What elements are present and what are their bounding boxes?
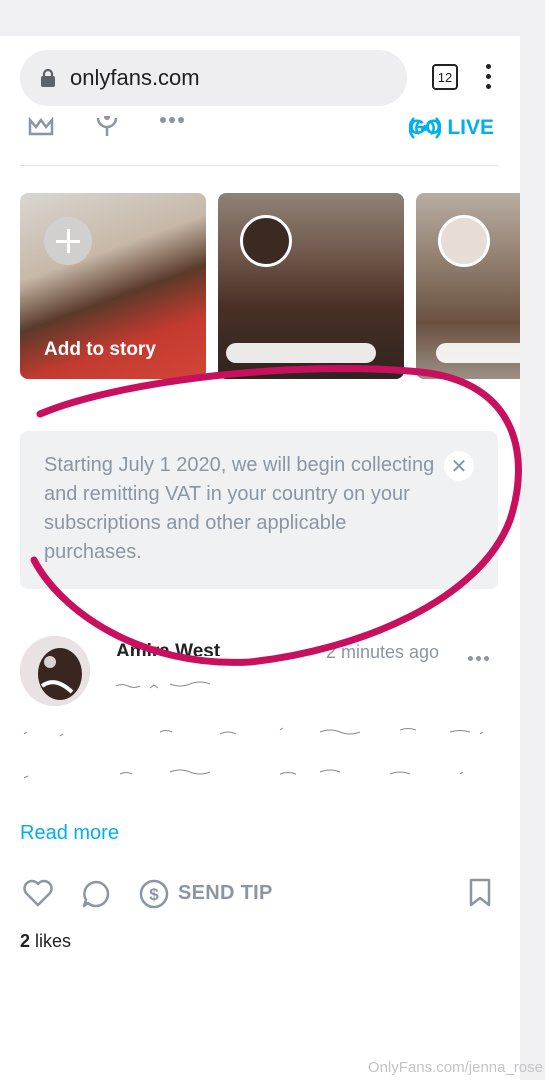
close-icon[interactable]: ✕ xyxy=(444,451,474,481)
send-tip-label: SEND TIP xyxy=(178,882,273,904)
likes-count[interactable]: 2 likes xyxy=(20,931,71,952)
comment-icon[interactable] xyxy=(80,878,112,910)
add-story-icon[interactable] xyxy=(44,217,92,265)
bookmark-icon[interactable] xyxy=(468,878,492,908)
story-label: Add to story xyxy=(44,339,156,360)
svg-text:$: $ xyxy=(149,885,159,904)
vat-notice: Starting July 1 2020, we will begin coll… xyxy=(20,431,498,589)
dollar-icon: $ xyxy=(139,879,169,909)
story-card[interactable] xyxy=(218,193,404,379)
redaction-mark xyxy=(436,343,520,363)
story-card[interactable] xyxy=(416,193,520,379)
watermark-text: OnlyFans.com/jenna_rose xyxy=(367,1059,543,1076)
stories-row: Add to story xyxy=(20,193,520,379)
redaction-mark xyxy=(116,656,266,672)
avatar xyxy=(438,215,490,267)
post-actions: $ SEND TIP xyxy=(20,874,498,914)
avatar xyxy=(240,215,292,267)
more-options-icon[interactable] xyxy=(160,116,186,124)
browser-viewport: onlyfans.com 12 GO LIVE Add to story Sta… xyxy=(0,36,520,1080)
notice-text: Starting July 1 2020, we will begin coll… xyxy=(44,454,435,563)
crown-icon[interactable] xyxy=(28,116,54,138)
microphone-icon[interactable] xyxy=(94,116,120,138)
likes-label: likes xyxy=(30,931,72,951)
likes-number: 2 xyxy=(20,931,31,951)
story-card-add[interactable]: Add to story xyxy=(20,193,206,379)
heart-icon[interactable] xyxy=(22,878,54,908)
redaction-mark xyxy=(226,343,376,363)
browser-menu-icon[interactable] xyxy=(486,64,492,90)
home-toolbar: GO LIVE xyxy=(20,116,498,166)
address-bar[interactable]: onlyfans.com xyxy=(20,50,407,106)
post-timestamp: 2 minutes ago xyxy=(326,642,440,662)
url-text: onlyfans.com xyxy=(70,65,200,90)
redacted-post-text xyxy=(23,681,484,779)
read-more-link[interactable]: Read more xyxy=(20,822,119,845)
tab-switcher-button[interactable]: 12 xyxy=(432,64,458,90)
go-live-button[interactable]: GO LIVE xyxy=(408,116,494,140)
lock-icon xyxy=(41,69,55,87)
broadcast-icon xyxy=(408,117,441,139)
post-options-icon[interactable] xyxy=(468,648,494,661)
